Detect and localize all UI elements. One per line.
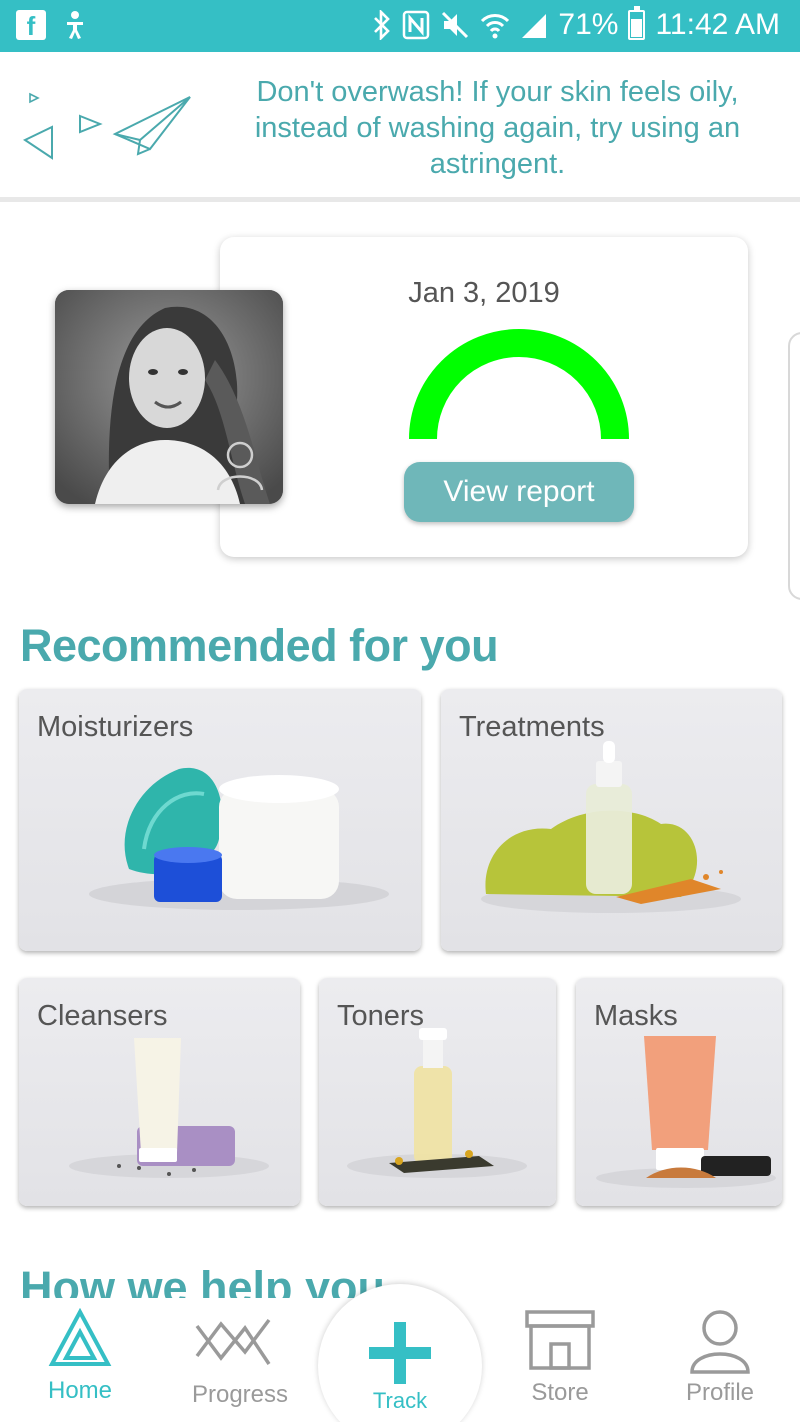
cleansers-label: Cleansers (37, 1000, 168, 1032)
accessibility-icon (67, 11, 83, 39)
gauge-arc (409, 329, 629, 440)
nav-store-label: Store (531, 1379, 589, 1406)
report-date: Jan 3, 2019 (408, 277, 560, 309)
toners-label: Toners (337, 1000, 425, 1032)
nav-home[interactable]: Home (5, 1307, 155, 1405)
clock: 11:42 AM (655, 8, 780, 41)
nav-store[interactable]: Store (485, 1308, 635, 1407)
track-label: Track (372, 1388, 428, 1413)
masks-tile[interactable]: Masks (576, 978, 782, 1206)
recommended-title: Recommended for you (20, 620, 499, 671)
bluetooth-icon (374, 10, 391, 40)
profile-icon (690, 1310, 750, 1374)
battery-icon (628, 6, 646, 40)
toners-tile[interactable]: Toners (319, 978, 556, 1206)
signal-icon (522, 14, 547, 38)
nfc-icon (403, 10, 430, 40)
profile-photo-image (55, 290, 283, 504)
tip-banner[interactable]: Don't overwash! If your skin feels oily,… (0, 52, 800, 202)
treatments-tile[interactable]: Treatments (441, 689, 782, 951)
nav-profile-label: Profile (685, 1379, 755, 1406)
cleansers-tile[interactable]: Cleansers (19, 978, 300, 1206)
status-bar: f 71% 11:42 AM (0, 0, 800, 52)
nav-progress-label: Progress (191, 1381, 289, 1408)
how-we-help-title: How we help you (20, 1262, 386, 1298)
mute-icon (442, 11, 469, 39)
nav-progress[interactable]: Progress (165, 1308, 315, 1409)
nav-profile[interactable]: Profile (645, 1308, 795, 1407)
battery-percent: 71% (558, 8, 619, 41)
masks-label: Masks (594, 1000, 678, 1032)
paper-plane-icon (22, 92, 191, 160)
moisturizers-label: Moisturizers (37, 711, 194, 743)
edge-panel-handle[interactable] (788, 332, 800, 600)
nav-home-label: Home (47, 1377, 113, 1404)
tip-text: Don't overwash! If your skin feels oily,… (254, 76, 741, 180)
treatments-label: Treatments (459, 711, 605, 743)
moisturizers-tile[interactable]: Moisturizers (19, 689, 421, 951)
skin-score-gauge (409, 329, 629, 440)
home-icon (48, 1307, 112, 1366)
wifi-icon (481, 14, 510, 39)
plus-icon (369, 1322, 431, 1384)
view-report-button[interactable]: View report (404, 462, 634, 522)
facebook-icon: f (16, 10, 46, 41)
store-icon (525, 1310, 595, 1370)
progress-icon (195, 1318, 271, 1365)
report-card: Jan 3, 2019 View report (220, 237, 748, 557)
profile-photo[interactable] (55, 290, 283, 504)
